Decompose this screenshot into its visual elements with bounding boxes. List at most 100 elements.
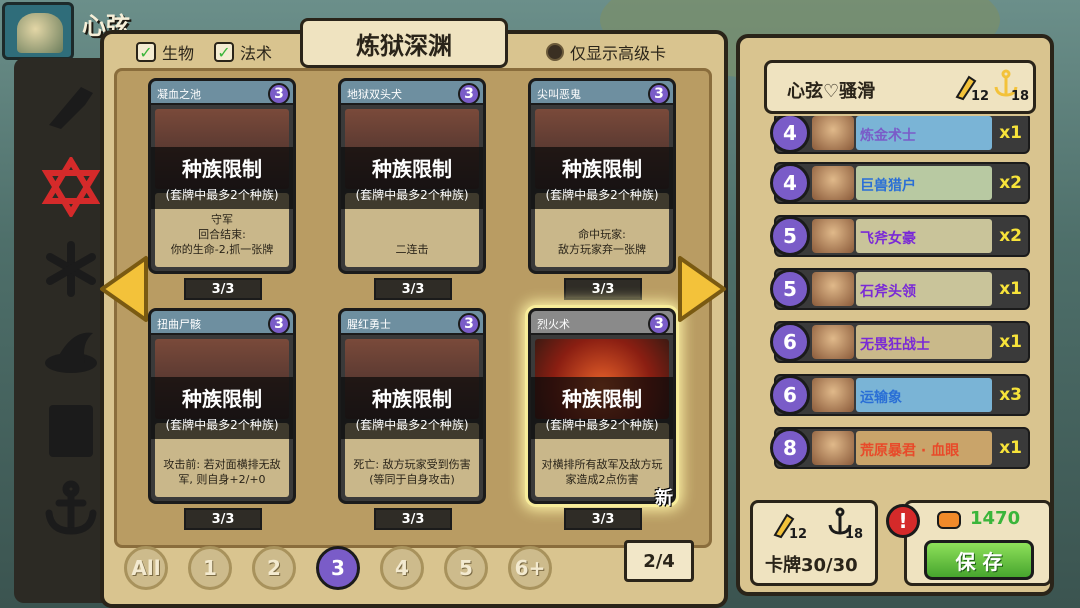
advanced-only-label: 仅显示高级卡 xyxy=(570,44,667,63)
cost-filter-5[interactable]: 5 xyxy=(444,546,488,590)
entry-cost: 6 xyxy=(770,375,810,415)
page-indicator: 2/4 xyxy=(624,540,694,582)
card-name: 扭曲尸骸 xyxy=(157,318,201,331)
deck-stats-box: 12 18 卡牌30/30 xyxy=(750,500,878,586)
card-description: 攻击前: 若对面横排无敌 军, 则自身+2/+0 xyxy=(163,458,281,486)
entry-cost: 6 xyxy=(770,322,810,362)
fist-icon xyxy=(937,511,961,529)
entry-portrait xyxy=(812,219,854,253)
entry-count: x2 xyxy=(999,226,1022,246)
deck-entry[interactable]: 8 荒原暴君 · 血眼 x1 xyxy=(770,427,1030,469)
entry-name: 巨兽猎户 xyxy=(860,178,916,194)
race-restriction-overlay: 种族限制 (套牌中最多2个种族) xyxy=(531,147,673,209)
entry-name: 炼金术士 xyxy=(860,128,916,144)
card-name: 地狱双头犬 xyxy=(347,88,402,101)
hat-category-icon[interactable] xyxy=(36,318,106,384)
card-count: 3/3 xyxy=(184,278,262,300)
creature-filter[interactable]: ✓ 生物 xyxy=(136,40,194,64)
entry-name: 石斧头领 xyxy=(860,284,916,300)
entry-count: x1 xyxy=(999,123,1022,143)
book-category-icon[interactable] xyxy=(36,398,106,464)
deck-card-count: 卡牌30/30 xyxy=(765,555,858,576)
restriction-title: 种族限制 xyxy=(372,387,452,411)
deck-anchor-stat: 18 xyxy=(1011,89,1030,104)
deck-name-box[interactable]: 心弦♡骚滑 12 18 xyxy=(764,60,1036,114)
entry-portrait xyxy=(812,272,854,306)
cost-filter-3[interactable]: 3 xyxy=(316,546,360,590)
restriction-subtitle: (套牌中最多2个种族) xyxy=(545,188,659,202)
card-description: 命中玩家: 敌方玩家弃一张牌 xyxy=(558,228,646,256)
card-description: 守军 回合结束: 你的生命-2,抓一张牌 xyxy=(170,213,274,256)
entry-portrait xyxy=(812,166,854,200)
card-3[interactable]: 扭曲尸骸 3 攻击前: 若对面横排无敌 军, 则自身+2/+0 种族限制 (套牌… xyxy=(148,308,296,504)
deck-entry[interactable]: 5 石斧头领 x1 xyxy=(770,268,1030,310)
next-page-arrow-icon[interactable] xyxy=(676,254,728,324)
cost-filter-2[interactable]: 2 xyxy=(252,546,296,590)
save-button[interactable]: 保 存 xyxy=(924,540,1034,580)
deck-entry[interactable]: 6 无畏狂战士 x1 xyxy=(770,321,1030,363)
card-description: 死亡: 敌方玩家受到伤害 (等同于自身攻击) xyxy=(353,458,471,486)
entry-count: x1 xyxy=(999,438,1022,458)
category-rail xyxy=(14,58,114,603)
entry-count: x3 xyxy=(999,385,1022,405)
cost-filter-4[interactable]: 4 xyxy=(380,546,424,590)
card-count: 3/3 xyxy=(564,508,642,530)
check-icon: ✓ xyxy=(214,42,234,62)
creature-filter-label: 生物 xyxy=(162,44,195,63)
card-cost: 3 xyxy=(648,313,670,335)
card-name: 烈火术 xyxy=(537,318,570,331)
advanced-only-toggle[interactable]: 仅显示高级卡 xyxy=(546,40,666,64)
card-name: 凝血之池 xyxy=(157,88,201,101)
restriction-title: 种族限制 xyxy=(182,157,262,181)
entry-cost: 5 xyxy=(770,269,810,309)
prev-page-arrow-icon[interactable] xyxy=(98,254,150,324)
card-count: 3/3 xyxy=(184,508,262,530)
gold-amount: 1470 xyxy=(970,508,1021,529)
hero-figure xyxy=(17,13,63,53)
deck-entry[interactable]: 4 巨兽猎户 x2 xyxy=(770,162,1030,204)
deck-card-list[interactable]: 4 炼金术士 x1 4 巨兽猎户 x2 5 飞斧女豪 x2 5 石斧头领 x1 … xyxy=(764,116,1036,476)
card-count: 3/3 xyxy=(564,278,642,300)
restriction-title: 种族限制 xyxy=(562,157,642,181)
deck-entry[interactable]: 4 炼金术士 x1 xyxy=(770,116,1030,154)
player-avatar[interactable] xyxy=(2,2,74,60)
axe-category-icon[interactable] xyxy=(36,72,106,138)
restriction-subtitle: (套牌中最多2个种族) xyxy=(165,188,279,202)
warning-icon[interactable]: ! xyxy=(886,504,920,538)
card-cost: 3 xyxy=(268,313,290,335)
restriction-subtitle: (套牌中最多2个种族) xyxy=(165,418,279,432)
stats-attack: 12 xyxy=(789,527,808,542)
new-badge: 新 xyxy=(655,488,673,509)
card-cost: 3 xyxy=(458,313,480,335)
deck-name: 心弦♡骚滑 xyxy=(787,81,876,102)
cost-filter-1[interactable]: 1 xyxy=(188,546,232,590)
race-restriction-overlay: 种族限制 (套牌中最多2个种族) xyxy=(341,147,483,209)
cost-filter-6plus[interactable]: 6+ xyxy=(508,546,552,590)
card-4[interactable]: 腥红勇士 3 死亡: 敌方玩家受到伤害 (等同于自身攻击) 种族限制 (套牌中最… xyxy=(338,308,486,504)
entry-cost: 8 xyxy=(770,428,810,468)
deck-entry[interactable]: 6 运输象 x3 xyxy=(770,374,1030,416)
entry-portrait xyxy=(812,431,854,465)
spell-filter[interactable]: ✓ 法术 xyxy=(214,40,272,64)
card-5[interactable]: 烈火术 3 对横排所有敌军及敌方玩 家造成2点伤害 种族限制 (套牌中最多2个种… xyxy=(528,308,676,504)
restriction-title: 种族限制 xyxy=(562,387,642,411)
race-restriction-overlay: 种族限制 (套牌中最多2个种族) xyxy=(341,377,483,439)
card-0[interactable]: 凝血之池 3 守军 回合结束: 你的生命-2,抓一张牌 种族限制 (套牌中最多2… xyxy=(148,78,296,274)
entry-cost: 4 xyxy=(770,116,810,153)
entry-name: 运输象 xyxy=(860,390,902,406)
card-2[interactable]: 尖叫恶鬼 3 命中玩家: 敌方玩家弃一张牌 种族限制 (套牌中最多2个种族) xyxy=(528,78,676,274)
deck-entry[interactable]: 5 飞斧女豪 x2 xyxy=(770,215,1030,257)
entry-cost: 4 xyxy=(770,163,810,203)
snowflake-category-icon[interactable] xyxy=(36,236,106,302)
anchor-category-icon[interactable] xyxy=(36,476,106,542)
check-icon: ✓ xyxy=(136,42,156,62)
spell-filter-label: 法术 xyxy=(240,44,273,63)
card-name: 腥红勇士 xyxy=(347,318,391,331)
stats-anchor: 18 xyxy=(845,527,864,542)
card-description: 二连击 xyxy=(395,243,429,256)
hexagram-category-icon[interactable] xyxy=(36,154,106,220)
faction-title: 炼狱深渊 xyxy=(300,18,508,68)
race-restriction-overlay: 种族限制 (套牌中最多2个种族) xyxy=(531,377,673,439)
cost-filter-all[interactable]: All xyxy=(124,546,168,590)
card-1[interactable]: 地狱双头犬 3 二连击 种族限制 (套牌中最多2个种族) xyxy=(338,78,486,274)
